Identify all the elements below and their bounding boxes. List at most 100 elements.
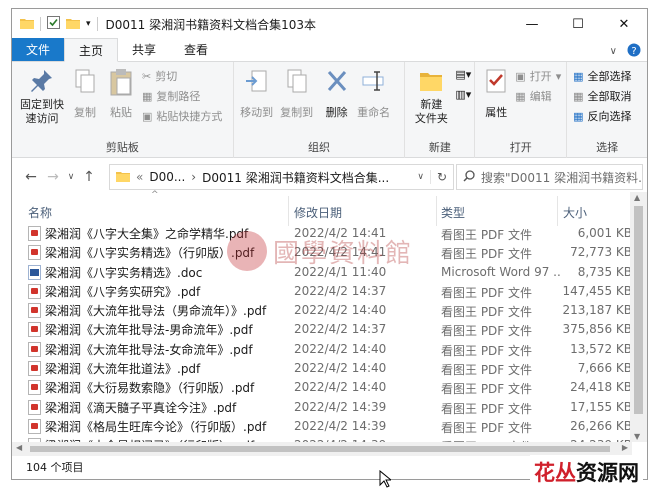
move-to-label: 移动到 bbox=[240, 106, 274, 119]
forward-arrow-icon[interactable]: → bbox=[42, 169, 64, 185]
file-row[interactable]: 梁湘润《滴天髓子平真诠今注》.pdf 2022/4/2 14:39 看图王 PDF … bbox=[12, 398, 632, 417]
collapse-ribbon-icon[interactable]: ∨ bbox=[610, 46, 617, 57]
quick-access-toolbar: ▾ bbox=[12, 16, 98, 32]
pdf-file-icon bbox=[28, 226, 41, 241]
properties-check-icon[interactable] bbox=[47, 16, 60, 32]
tab-file[interactable]: 文件 bbox=[12, 38, 65, 61]
tab-share[interactable]: 共享 bbox=[118, 38, 170, 61]
column-header-type[interactable]: 类型 bbox=[441, 204, 465, 221]
ribbon-tabs: 文件 主页 共享 查看 ∨ ? bbox=[12, 38, 647, 62]
select-none-button[interactable]: ▦ 全部取消 bbox=[573, 88, 631, 104]
easy-access-icon[interactable]: ▥▾ bbox=[455, 88, 471, 101]
search-icon bbox=[463, 169, 475, 185]
pdf-file-icon bbox=[28, 322, 41, 338]
delete-label: 删除 bbox=[325, 106, 348, 119]
folder-icon bbox=[116, 170, 130, 185]
copy-button[interactable]: 复制 bbox=[70, 68, 100, 120]
column-header-date[interactable]: 修改日期 bbox=[294, 204, 342, 221]
pdf-file-icon bbox=[28, 361, 41, 377]
copy-path-button[interactable]: ▦ 复制路径 bbox=[142, 88, 200, 104]
file-row[interactable]: 梁湘润《八字实务精选》.doc 2022/4/1 11:40 Microsoft W… bbox=[12, 263, 632, 282]
maximize-button[interactable]: ☐ bbox=[555, 9, 601, 39]
clipboard-group-label: 剪贴板 bbox=[105, 141, 139, 154]
address-dropdown-icon[interactable]: ∨ bbox=[417, 172, 424, 182]
scroll-down-arrow-icon[interactable]: ▼ bbox=[634, 432, 640, 441]
new-folder-button[interactable]: 新建 文件夹 bbox=[411, 68, 451, 126]
organize-group-label: 组织 bbox=[308, 141, 331, 154]
help-icon[interactable]: ? bbox=[627, 43, 641, 60]
move-to-button[interactable]: 移动到 bbox=[238, 68, 276, 120]
file-row[interactable]: 梁湘润《大流年批道法》.pdf 2022/4/2 14:40 看图王 PDF 文件 7… bbox=[12, 359, 632, 378]
word-file-icon bbox=[28, 264, 41, 280]
file-row[interactable]: 梁湘润《八字务实研究》.pdf 2022/4/2 14:37 看图王 PDF 文件 1… bbox=[12, 282, 632, 301]
up-arrow-icon[interactable]: ↑ bbox=[78, 169, 100, 185]
recent-locations-icon[interactable]: ∨ bbox=[64, 172, 78, 182]
scroll-right-arrow-icon[interactable]: ▶ bbox=[622, 443, 628, 452]
file-date: 2022/4/2 14:37 bbox=[294, 322, 387, 337]
column-header-size[interactable]: 大小 bbox=[563, 204, 587, 221]
tab-view[interactable]: 查看 bbox=[170, 38, 222, 61]
file-name: 梁湘润《大流年批导法-女命流年》.pdf bbox=[45, 342, 253, 357]
file-size: 24,418 KB bbox=[570, 380, 632, 395]
pdf-file-icon bbox=[28, 380, 41, 396]
pdf-file-icon bbox=[28, 418, 41, 434]
pin-quick-access-button[interactable]: 固定到快 速访问 bbox=[16, 68, 68, 126]
pdf-file-icon bbox=[28, 303, 41, 319]
delete-x-icon bbox=[322, 68, 352, 98]
file-date: 2022/4/1 11:40 bbox=[294, 264, 387, 279]
overflow-chevron-icon[interactable]: « bbox=[136, 170, 143, 184]
address-bar[interactable]: « D00... › D0011 梁湘润书籍资料文档合集... ∨ ↻ bbox=[109, 164, 454, 190]
new-item-icon[interactable]: ▤▾ bbox=[455, 68, 471, 81]
scroll-up-arrow-icon[interactable]: ▲ bbox=[634, 193, 640, 202]
file-type: 看图王 PDF 文件 bbox=[441, 382, 533, 397]
paste-button[interactable]: 粘贴 bbox=[106, 68, 136, 120]
file-name: 梁湘润《八字大全集》之命学精华.pdf bbox=[45, 227, 249, 241]
vertical-scrollbar[interactable]: ▲ ▼ bbox=[630, 192, 647, 442]
file-size: 147,455 KB bbox=[562, 283, 632, 298]
breadcrumb-item-2[interactable]: D0011 梁湘润书籍资料文档合集... bbox=[202, 169, 389, 186]
file-date: 2022/4/2 14:39 bbox=[294, 399, 387, 414]
delete-button[interactable]: 删除 bbox=[322, 68, 352, 120]
file-row[interactable]: 梁湘润《大流年批导法-男命流年》.pdf 2022/4/2 14:37 看图王 PD… bbox=[12, 320, 632, 339]
properties-button[interactable]: 属性 bbox=[481, 68, 511, 120]
breadcrumb-item-1[interactable]: D00... bbox=[149, 170, 185, 184]
copy-path-icon: ▦ bbox=[142, 89, 153, 103]
item-count: 104 个项目 bbox=[26, 461, 84, 474]
minimize-button[interactable]: — bbox=[509, 9, 555, 39]
breadcrumb-separator-icon: › bbox=[191, 170, 197, 184]
search-input[interactable]: 搜索"D0011 梁湘润书籍资料... bbox=[456, 164, 643, 190]
file-row[interactable]: 梁湘润《大流年批导法-女命流年》.pdf 2022/4/2 14:40 看图王 PD… bbox=[12, 340, 632, 359]
cut-button[interactable]: ✂ 剪切 bbox=[142, 68, 177, 84]
invert-selection-button[interactable]: ▦ 反向选择 bbox=[573, 108, 631, 124]
vertical-scroll-thumb[interactable] bbox=[634, 206, 643, 414]
back-arrow-icon[interactable]: ← bbox=[20, 169, 42, 185]
paste-shortcut-button[interactable]: ▣ 粘贴快捷方式 bbox=[142, 108, 222, 124]
file-name-cell: 梁湘润《大流年批道法》.pdf bbox=[28, 360, 288, 377]
file-row[interactable]: 梁湘润《大衍易数索隐》（行卯版）.pdf 2022/4/2 14:40 看图王 PD… bbox=[12, 378, 632, 397]
new-folder-quick-icon[interactable] bbox=[66, 17, 80, 32]
ribbon: 固定到快 速访问 复制 粘贴 ✂ 剪切 ▦ 复制路径 ▣ 粘贴快捷方式 剪贴板 … bbox=[12, 62, 647, 158]
select-all-icon: ▦ bbox=[573, 69, 584, 83]
pdf-file-icon bbox=[28, 399, 41, 415]
file-row[interactable]: 梁湘润《大流年批导法（男命流年）》.pdf 2022/4/2 14:40 看图王 P… bbox=[12, 301, 632, 320]
qa-dropdown-icon[interactable]: ▾ bbox=[86, 19, 91, 29]
file-size: 213,187 KB bbox=[562, 303, 632, 318]
file-row[interactable]: 梁湘润《八字实务精选》（行卯版）.pdf 2022/4/2 14:41 看图王 PD… bbox=[12, 243, 632, 262]
open-button[interactable]: ▣ 打开 ▾ bbox=[515, 68, 561, 84]
column-header-name[interactable]: 名称 bbox=[28, 204, 52, 221]
refresh-icon[interactable]: ↻ bbox=[429, 170, 453, 184]
sort-ascending-icon: ^ bbox=[151, 190, 159, 200]
scroll-left-arrow-icon[interactable]: ◀ bbox=[16, 443, 22, 452]
copy-to-button[interactable]: 复制到 bbox=[278, 68, 316, 120]
file-row[interactable]: 梁湘润《八字大全集》之命学精华.pdf 2022/4/2 14:41 看图王 PDF… bbox=[12, 224, 632, 243]
edit-icon: ▦ bbox=[515, 89, 526, 103]
horizontal-scroll-thumb[interactable] bbox=[30, 446, 610, 452]
search-placeholder: 搜索"D0011 梁湘润书籍资料... bbox=[481, 170, 643, 185]
rename-button[interactable]: 重命名 bbox=[354, 68, 394, 120]
tab-home[interactable]: 主页 bbox=[64, 38, 119, 62]
horizontal-scrollbar[interactable]: ◀ ▶ bbox=[12, 442, 632, 456]
close-button[interactable]: ✕ bbox=[601, 9, 647, 39]
file-row[interactable]: 梁湘润《格局生旺库今论》（行卯版）.pdf 2022/4/2 14:39 看图王 P… bbox=[12, 417, 632, 436]
select-all-button[interactable]: ▦ 全部选择 bbox=[573, 68, 631, 84]
edit-button[interactable]: ▦ 编辑 bbox=[515, 88, 551, 104]
